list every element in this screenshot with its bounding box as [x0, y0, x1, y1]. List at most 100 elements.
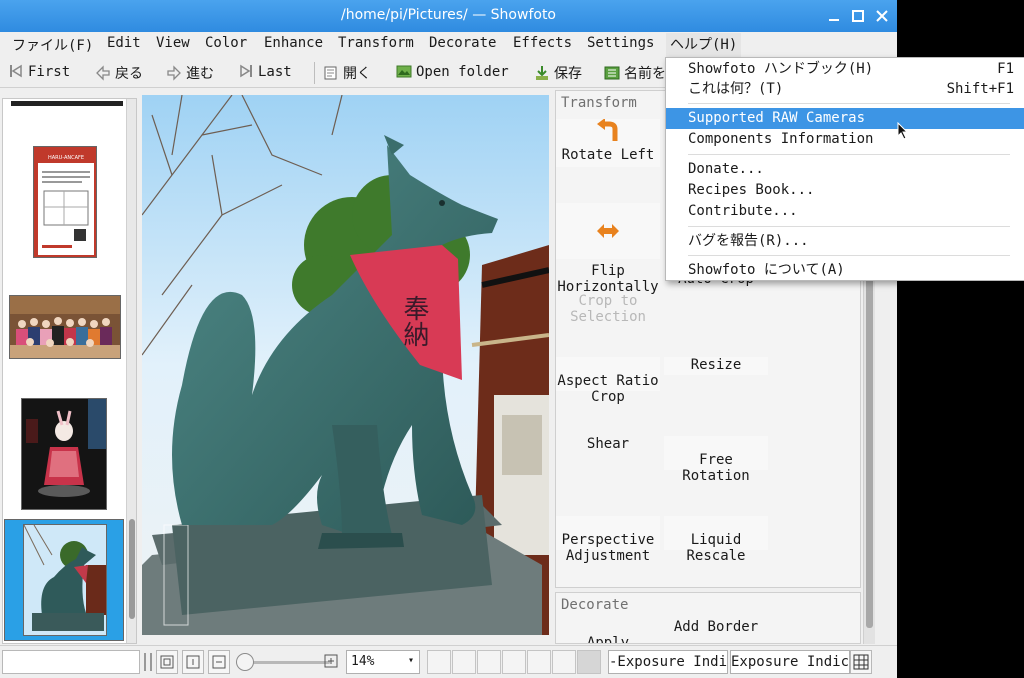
resize-tool[interactable]: Resize	[664, 357, 768, 375]
apply-texture-tool[interactable]: Apply Texture	[556, 619, 660, 644]
crop-to-selection-tool[interactable]: Crop to Selection	[556, 277, 660, 325]
resize-label: Resize	[690, 357, 742, 373]
back-button[interactable]: 戻る	[95, 63, 143, 83]
underexposure-indicator[interactable]: -Exposure Indi	[608, 650, 728, 674]
open-folder-button[interactable]: Open folder	[396, 63, 509, 83]
apply-texture-label: Apply Texture	[586, 635, 630, 644]
thumbbar-scroll-handle[interactable]	[129, 519, 135, 619]
zoom-combo[interactable]: 14% ▾	[346, 650, 420, 674]
menu-item-label: Supported RAW Cameras	[688, 110, 866, 126]
zoom-to-fit-button[interactable]	[156, 650, 178, 674]
thumbnail-cafe-flyer[interactable]: HARU-ANCAFE	[33, 146, 97, 258]
image-canvas[interactable]: 奉納	[142, 95, 549, 635]
thumbnail-group-photo[interactable]	[9, 295, 121, 359]
menu-color[interactable]: Color	[205, 35, 247, 51]
histogram-cell[interactable]	[477, 650, 501, 674]
zoom-out-icon	[212, 655, 226, 669]
maximize-icon[interactable]	[850, 8, 866, 24]
histogram-cell[interactable]	[552, 650, 576, 674]
menu-item-contribute[interactable]: Contribute...	[666, 201, 1024, 222]
rotate-left-label: Rotate Left	[561, 147, 655, 163]
thumbbar-scrollbar[interactable]	[126, 99, 136, 643]
menu-decorate[interactable]: Decorate	[429, 35, 496, 51]
menu-item-label: バグを報告(R)...	[688, 233, 809, 249]
toolbar-separator	[314, 62, 315, 84]
zoom-slider-knob[interactable]	[236, 653, 254, 671]
menu-edit[interactable]: Edit	[107, 35, 141, 51]
menu-item-components-information[interactable]: Components Information	[666, 129, 1024, 150]
menu-enhance[interactable]: Enhance	[264, 35, 323, 51]
menu-effects[interactable]: Effects	[513, 35, 572, 51]
menu-item-label: Recipes Book...	[688, 182, 815, 198]
last-button[interactable]: Last	[238, 63, 292, 83]
color-management-button[interactable]	[850, 650, 872, 674]
add-border-tool[interactable]: Add Border	[664, 619, 768, 637]
zoom-100-button[interactable]	[182, 650, 204, 674]
menu-item-about-showfoto[interactable]: Showfoto について(A)	[666, 260, 1024, 281]
thumbnail-fox-statue[interactable]	[23, 524, 107, 636]
fox-statue-image: 奉納	[142, 95, 549, 635]
thumbnail-doll-photo[interactable]	[21, 398, 107, 510]
status-splitter-icon[interactable]	[144, 653, 152, 671]
menu-item-report-bug[interactable]: バグを報告(R)...	[666, 231, 1024, 252]
back-arrow-icon	[96, 65, 110, 81]
last-icon	[240, 64, 252, 78]
menu-item-handbook[interactable]: Showfoto ハンドブック(H) F1	[666, 59, 1024, 80]
menu-bar: ファイル(F) Edit View Color Enhance Transfor…	[0, 32, 897, 58]
menu-item-label: これは何？(T)	[688, 81, 784, 97]
histogram-cell[interactable]	[452, 650, 476, 674]
menu-item-label: Components Information	[688, 131, 874, 147]
histogram-cell[interactable]	[577, 650, 601, 674]
save-button[interactable]: 保存	[534, 63, 582, 83]
menu-item-whats-this[interactable]: これは何？(T) Shift+F1	[666, 79, 1024, 100]
menu-item-label: Contribute...	[688, 203, 798, 219]
menu-item-label: Showfoto について(A)	[688, 262, 845, 278]
menu-item-donate[interactable]: Donate...	[666, 159, 1024, 180]
free-rotation-tool[interactable]: Free Rotation	[664, 436, 768, 484]
actual-size-icon	[186, 655, 200, 669]
histogram-cell[interactable]	[527, 650, 551, 674]
histogram-cell[interactable]	[502, 650, 526, 674]
thumbbar-grip[interactable]: ......	[3, 99, 125, 109]
aspect-ratio-crop-tool[interactable]: Aspect Ratio Crop	[556, 357, 660, 405]
forward-label: 進む	[186, 66, 214, 82]
first-icon	[10, 64, 22, 78]
thumbnail-sign-text: HARU-ANCAFE	[48, 155, 84, 161]
close-icon[interactable]	[874, 8, 890, 24]
histogram-cell[interactable]	[427, 650, 451, 674]
menu-separator	[688, 255, 1010, 256]
status-text-field	[2, 650, 140, 674]
zoom-in-button[interactable]	[320, 650, 342, 674]
free-rotation-label: Free Rotation	[682, 452, 750, 484]
flip-horizontally-tool[interactable]: Flip Horizontally	[556, 203, 660, 295]
folder-image-icon	[396, 65, 412, 78]
zoom-out-button[interactable]	[208, 650, 230, 674]
menu-item-supported-raw-cameras[interactable]: Supported RAW Cameras	[666, 108, 1024, 129]
menu-item-shortcut: Shift+F1	[946, 81, 1014, 97]
last-label: Last	[258, 64, 292, 80]
open-button[interactable]: 開く	[323, 63, 371, 83]
overexposure-indicator[interactable]: Exposure Indic	[730, 650, 850, 674]
first-button[interactable]: First	[8, 63, 70, 83]
save-as-icon	[604, 66, 620, 80]
open-folder-label: Open folder	[416, 64, 509, 80]
perspective-adjustment-tool[interactable]: Perspective Adjustment	[556, 516, 660, 564]
menu-file[interactable]: ファイル(F)	[12, 35, 93, 55]
menu-item-recipes-book[interactable]: Recipes Book...	[666, 180, 1024, 201]
menu-help[interactable]: ヘルプ(H)	[666, 33, 742, 57]
fit-window-icon	[160, 655, 174, 669]
shear-tool[interactable]: Shear	[556, 436, 660, 454]
svg-text:......: ......	[58, 101, 91, 103]
menu-transform[interactable]: Transform	[338, 35, 414, 51]
forward-button[interactable]: 進む	[166, 63, 214, 83]
rotate-left-tool[interactable]: Rotate Left	[556, 119, 660, 167]
title-bar[interactable]: /home/pi/Pictures/ — Showfoto	[0, 0, 897, 32]
save-as-button[interactable]: 名前を	[604, 63, 666, 83]
menu-settings[interactable]: Settings	[587, 35, 654, 51]
open-file-icon	[324, 66, 337, 80]
liquid-rescale-tool[interactable]: Liquid Rescale	[664, 516, 768, 564]
menu-view[interactable]: View	[156, 35, 190, 51]
minimize-icon[interactable]	[826, 8, 842, 24]
thumbnail-bar[interactable]: ...... HARU-ANCAFE	[2, 98, 137, 644]
menu-item-label: Showfoto ハンドブック(H)	[688, 61, 874, 77]
